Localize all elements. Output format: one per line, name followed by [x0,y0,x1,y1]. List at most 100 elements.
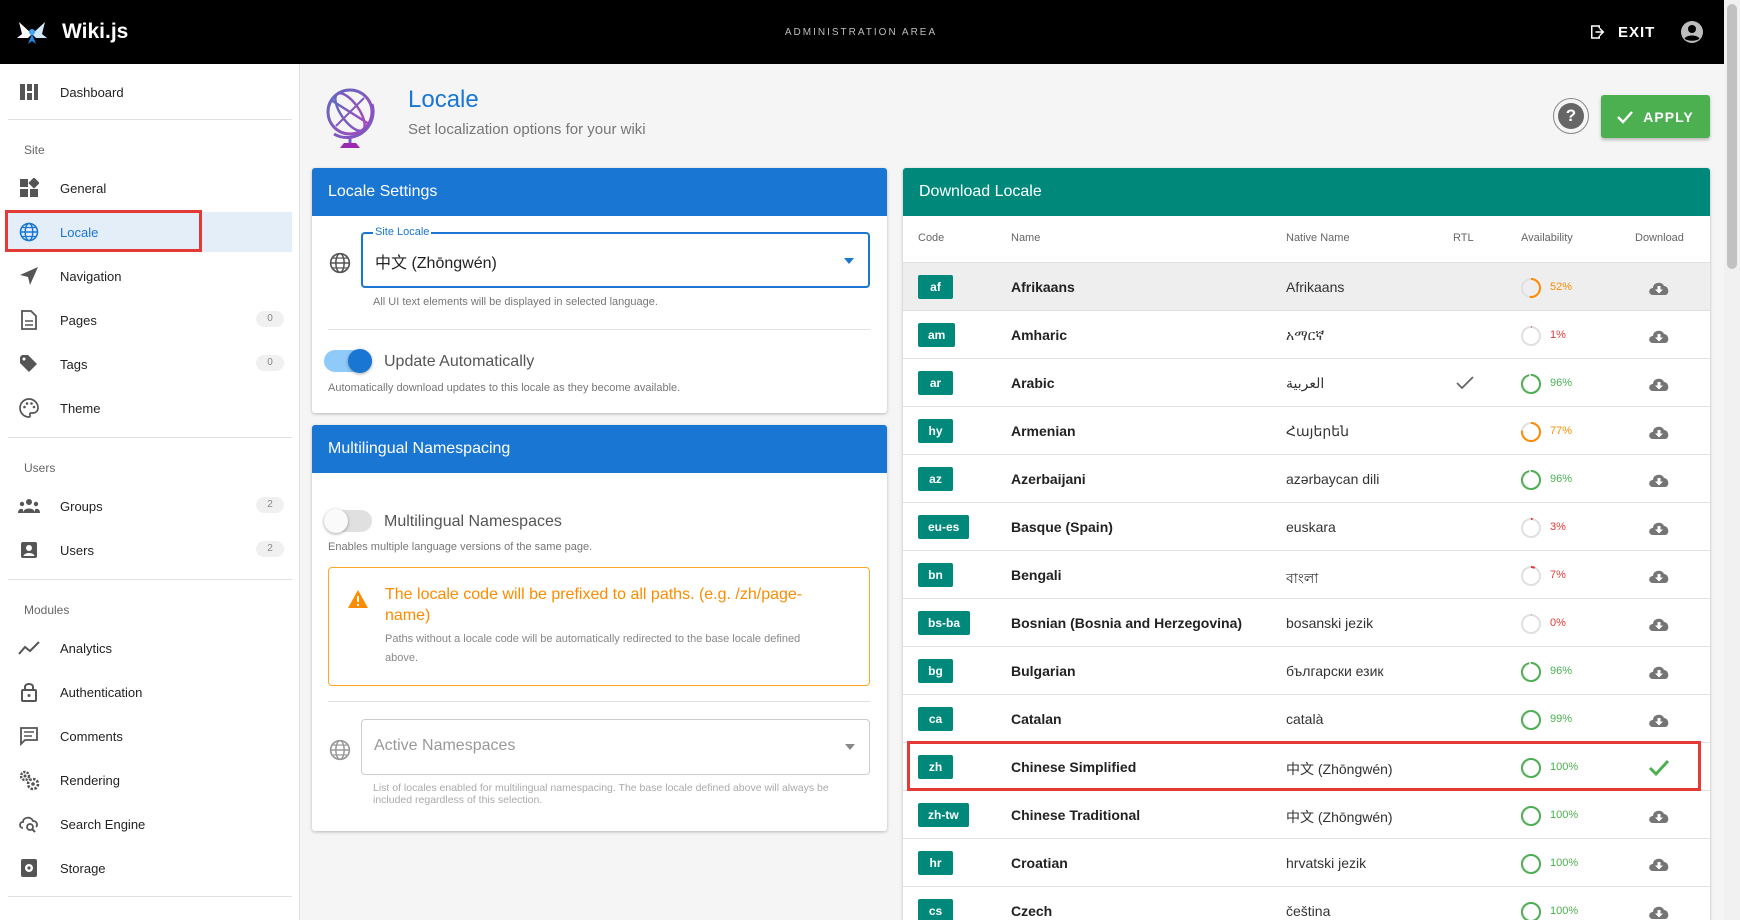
exit-button[interactable]: EXIT [1588,18,1655,46]
locale-row[interactable]: hr Croatian hrvatski jezik 100% [903,839,1710,887]
cloud-download-icon[interactable] [1647,277,1671,299]
locale-row[interactable]: bg Bulgarian български език 96% [903,647,1710,695]
locale-row[interactable]: af Afrikaans Afrikaans 52% [903,263,1710,311]
column-header-name[interactable]: Name [1011,232,1040,244]
cloud-download-icon[interactable] [1647,805,1671,827]
locale-name: Czech [1011,903,1053,919]
locale-row[interactable]: cs Czech čeština 100% [903,887,1710,920]
cloud-download-icon[interactable] [1647,469,1671,491]
sidebar-item-users[interactable]: Users 2 [8,530,292,570]
sidebar-item-rendering[interactable]: Rendering [8,760,292,800]
apply-button[interactable]: APPLY [1601,95,1710,138]
cloud-download-icon[interactable] [1647,901,1671,920]
cloud-download-icon[interactable] [1647,661,1671,683]
locale-native-name: bosanski jezik [1286,615,1374,631]
locale-native-name: Հայերեն [1286,423,1349,439]
active-namespaces-placeholder: Active Namespaces [374,737,516,754]
warning-icon [348,590,368,608]
cloud-download-icon[interactable] [1647,709,1671,731]
site-locale-select[interactable]: Site Locale 中文 (Zhōngwén) [361,226,870,288]
sidebar-item-label: Locale [60,224,99,240]
cloud-download-icon[interactable] [1647,421,1671,443]
page-scrollbar-thumb[interactable] [1727,4,1737,269]
installed-check-icon [1648,759,1670,777]
locale-code-chip: bn [918,563,953,587]
availability-percent: 96% [1550,473,1573,485]
column-header-availability[interactable]: Availability [1521,232,1573,244]
locale-settings-card: Locale Settings Site Locale 中文 (Zhōngwén… [312,168,887,413]
locale-row[interactable]: bn Bengali বাংলা 7% [903,551,1710,599]
cloud-download-icon[interactable] [1647,325,1671,347]
divider [328,701,870,702]
locale-row[interactable]: hy Armenian Հայերեն 77% [903,407,1710,455]
sidebar-item-comments[interactable]: Comments [8,716,292,756]
column-header-download[interactable]: Download [1635,232,1684,244]
sidebar-item-label: Navigation [60,268,122,284]
availability-progress-ring [1521,566,1541,586]
sidebar-item-pages[interactable]: Pages 0 [8,300,292,340]
sidebar-section-users: Users [24,461,56,475]
sidebar-item-groups[interactable]: Groups 2 [8,486,292,526]
sidebar-item-locale[interactable]: Locale [8,212,292,252]
availability-progress-ring [1521,374,1541,394]
help-button[interactable]: ? [1553,98,1589,134]
locale-name: Arabic [1011,375,1055,391]
availability-percent: 0% [1550,617,1566,629]
locale-row[interactable]: az Azerbaijani azərbaycan dili 96% [903,455,1710,503]
sidebar-item-label: Users [60,542,94,558]
sidebar-item-analytics[interactable]: Analytics [8,628,292,668]
cloud-download-icon[interactable] [1647,373,1671,395]
sidebar-item-label: Analytics [60,640,113,656]
column-header-rtl[interactable]: RTL [1453,232,1474,244]
locale-row[interactable]: am Amharic አማርኛ 1% [903,311,1710,359]
lock-icon [18,681,40,703]
locale-row[interactable]: ar Arabic العربية 96% [903,359,1710,407]
pages-count-badge: 0 [256,311,284,327]
column-header-code[interactable]: Code [918,232,944,244]
multilingual-namespaces-toggle[interactable] [324,506,372,534]
wikijs-logo-icon [17,22,47,44]
cloud-download-icon[interactable] [1647,565,1671,587]
locale-row[interactable]: eu-es Basque (Spain) euskara 3% [903,503,1710,551]
comment-icon [18,725,40,747]
sidebar-item-search-engine[interactable]: Search Engine [8,804,292,844]
availability-percent: 96% [1550,665,1573,677]
locale-row[interactable]: zh-tw Chinese Traditional 中文 (Zhōngwén) 100… [903,791,1710,839]
app-logo[interactable]: Wiki.js [16,16,128,48]
chevron-down-icon [844,258,854,264]
update-automatically-toggle[interactable] [324,346,372,374]
sidebar-item-label: Rendering [60,772,120,788]
locale-row[interactable]: bs-ba Bosnian (Bosnia and Herzegovina) bos… [903,599,1710,647]
sidebar-item-label: Groups [60,498,103,514]
sidebar-item-navigation[interactable]: Navigation [8,256,292,296]
locale-name: Chinese Traditional [1011,807,1141,823]
namespace-warning-alert: The locale code will be prefixed to all … [328,567,870,686]
locale-code-chip: hr [918,851,953,875]
cloud-download-icon[interactable] [1647,853,1671,875]
availability-percent: 77% [1550,425,1573,437]
site-locale-hint: All UI text elements will be displayed i… [373,296,658,308]
locale-row[interactable]: ca Catalan català 99% [903,695,1710,743]
page-icon [18,309,40,331]
availability-progress-ring [1521,806,1541,826]
column-header-native-name[interactable]: Native Name [1286,232,1350,244]
sidebar-item-dashboard[interactable]: Dashboard [8,72,292,112]
sidebar-item-authentication[interactable]: Authentication [8,672,292,712]
locale-row[interactable]: zh Chinese Simplified 中文 (Zhōngwén) 100% [903,743,1710,791]
sidebar-item-storage[interactable]: Storage [8,848,292,888]
cloud-download-icon[interactable] [1647,613,1671,635]
locale-native-name: বাংলা [1286,570,1319,586]
active-namespaces-select[interactable]: Active Namespaces [361,719,870,775]
sidebar-divider [8,437,292,438]
availability-percent: 3% [1550,521,1566,533]
multilingual-namespaces-label: Multilingual Namespaces [384,513,562,530]
sidebar-item-theme[interactable]: Theme [8,388,292,428]
sidebar-item-tags[interactable]: Tags 0 [8,344,292,384]
account-circle-icon[interactable] [1680,20,1704,44]
cloud-download-icon[interactable] [1647,517,1671,539]
availability-progress-ring [1521,662,1541,682]
availability-percent: 52% [1550,281,1573,293]
admin-area-label: ADMINISTRATION AREA [784,27,938,38]
sidebar-item-general[interactable]: General [8,168,292,208]
site-locale-label: Site Locale [373,226,432,238]
